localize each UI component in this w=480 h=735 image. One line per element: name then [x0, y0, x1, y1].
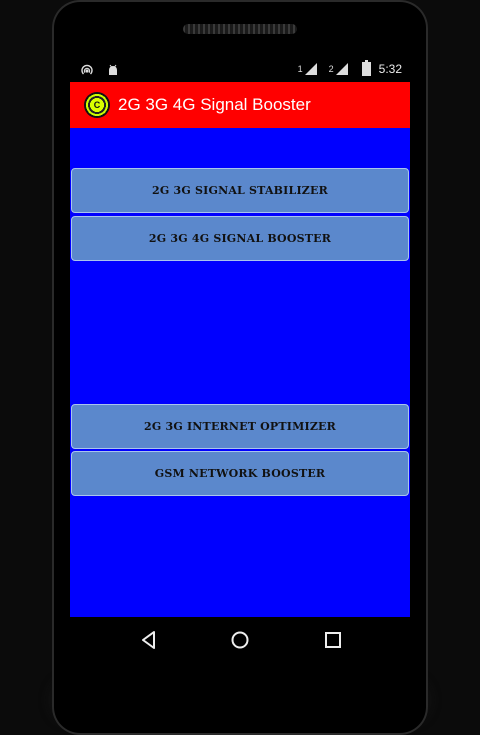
android-debug-icon [109, 64, 117, 75]
signal-booster-button[interactable]: 2G 3G 4G SIGNAL BOOSTER [71, 216, 409, 261]
signal-strength-icon [304, 63, 317, 75]
signal-stabilizer-button[interactable]: 2G 3G SIGNAL STABILIZER [71, 168, 409, 213]
button-label: 2G 3G 4G SIGNAL BOOSTER [148, 232, 332, 245]
signal-strength-icon [335, 63, 348, 75]
gsm-network-booster-button[interactable]: GSM NETWORK BOOSTER [71, 451, 409, 496]
app-logo-icon: C [84, 92, 110, 118]
navigation-bar [70, 617, 410, 663]
device-screen: 1 2 5:32 C 2G 3G 4G Signal Booster 2G 3G… [70, 58, 410, 617]
clock: 5:32 [378, 62, 402, 76]
radio-icon [81, 64, 93, 75]
sim2-label: 2 [328, 64, 334, 74]
battery-icon [361, 60, 371, 76]
sim1-label: 1 [297, 64, 303, 74]
app-logo-letter: C [93, 100, 101, 110]
home-icon[interactable] [229, 629, 251, 651]
button-label: 2G 3G INTERNET OPTIMIZER [144, 420, 336, 433]
recents-icon[interactable] [322, 629, 344, 651]
button-label: GSM NETWORK BOOSTER [154, 467, 326, 480]
earpiece-speaker [183, 24, 297, 34]
internet-optimizer-button[interactable]: 2G 3G INTERNET OPTIMIZER [71, 404, 409, 449]
status-bar: 1 2 5:32 [70, 58, 410, 82]
button-label: 2G 3G SIGNAL STABILIZER [152, 184, 328, 197]
app-bar: C 2G 3G 4G Signal Booster [70, 82, 410, 128]
app-title: 2G 3G 4G Signal Booster [118, 95, 311, 114]
back-icon[interactable] [138, 629, 160, 651]
